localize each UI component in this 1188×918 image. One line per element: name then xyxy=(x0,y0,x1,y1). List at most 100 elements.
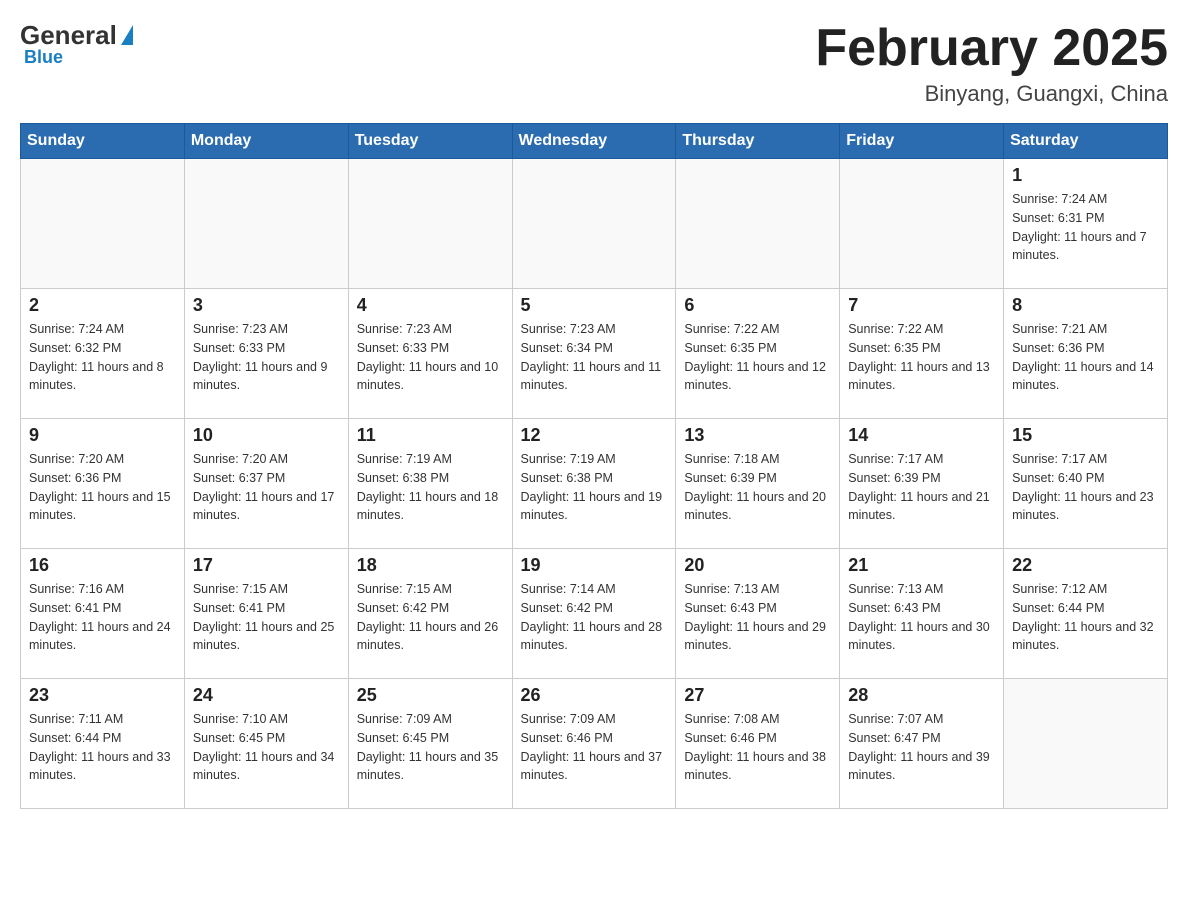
day-info: Sunrise: 7:21 AMSunset: 6:36 PMDaylight:… xyxy=(1012,320,1159,395)
day-info: Sunrise: 7:15 AMSunset: 6:42 PMDaylight:… xyxy=(357,580,504,655)
month-title: February 2025 xyxy=(815,20,1168,77)
day-number: 26 xyxy=(521,685,668,706)
day-cell xyxy=(184,159,348,289)
day-info: Sunrise: 7:14 AMSunset: 6:42 PMDaylight:… xyxy=(521,580,668,655)
day-info: Sunrise: 7:13 AMSunset: 6:43 PMDaylight:… xyxy=(848,580,995,655)
day-number: 20 xyxy=(684,555,831,576)
day-info: Sunrise: 7:11 AMSunset: 6:44 PMDaylight:… xyxy=(29,710,176,785)
day-cell: 4 Sunrise: 7:23 AMSunset: 6:33 PMDaylight… xyxy=(348,289,512,419)
day-number: 6 xyxy=(684,295,831,316)
day-number: 14 xyxy=(848,425,995,446)
day-cell: 6 Sunrise: 7:22 AMSunset: 6:35 PMDaylight… xyxy=(676,289,840,419)
day-number: 1 xyxy=(1012,165,1159,186)
day-info: Sunrise: 7:24 AMSunset: 6:31 PMDaylight:… xyxy=(1012,190,1159,265)
weekday-header-friday: Friday xyxy=(840,124,1004,159)
day-cell xyxy=(21,159,185,289)
weekday-header-sunday: Sunday xyxy=(21,124,185,159)
day-cell xyxy=(348,159,512,289)
logo-blue-text: Blue xyxy=(24,47,63,68)
day-number: 17 xyxy=(193,555,340,576)
day-info: Sunrise: 7:08 AMSunset: 6:46 PMDaylight:… xyxy=(684,710,831,785)
day-number: 3 xyxy=(193,295,340,316)
day-number: 2 xyxy=(29,295,176,316)
day-info: Sunrise: 7:23 AMSunset: 6:33 PMDaylight:… xyxy=(357,320,504,395)
day-info: Sunrise: 7:17 AMSunset: 6:39 PMDaylight:… xyxy=(848,450,995,525)
weekday-header-wednesday: Wednesday xyxy=(512,124,676,159)
day-cell: 24 Sunrise: 7:10 AMSunset: 6:45 PMDayligh… xyxy=(184,679,348,809)
day-cell xyxy=(840,159,1004,289)
day-cell xyxy=(1004,679,1168,809)
day-cell: 21 Sunrise: 7:13 AMSunset: 6:43 PMDayligh… xyxy=(840,549,1004,679)
day-cell: 19 Sunrise: 7:14 AMSunset: 6:42 PMDayligh… xyxy=(512,549,676,679)
location-title: Binyang, Guangxi, China xyxy=(815,81,1168,107)
day-cell: 20 Sunrise: 7:13 AMSunset: 6:43 PMDayligh… xyxy=(676,549,840,679)
day-cell xyxy=(512,159,676,289)
title-area: February 2025 Binyang, Guangxi, China xyxy=(815,20,1168,107)
day-number: 10 xyxy=(193,425,340,446)
day-number: 25 xyxy=(357,685,504,706)
day-number: 15 xyxy=(1012,425,1159,446)
day-info: Sunrise: 7:10 AMSunset: 6:45 PMDaylight:… xyxy=(193,710,340,785)
day-info: Sunrise: 7:19 AMSunset: 6:38 PMDaylight:… xyxy=(357,450,504,525)
day-info: Sunrise: 7:07 AMSunset: 6:47 PMDaylight:… xyxy=(848,710,995,785)
day-cell: 15 Sunrise: 7:17 AMSunset: 6:40 PMDayligh… xyxy=(1004,419,1168,549)
day-cell: 16 Sunrise: 7:16 AMSunset: 6:41 PMDayligh… xyxy=(21,549,185,679)
day-cell: 2 Sunrise: 7:24 AMSunset: 6:32 PMDaylight… xyxy=(21,289,185,419)
week-row-2: 2 Sunrise: 7:24 AMSunset: 6:32 PMDaylight… xyxy=(21,289,1168,419)
day-number: 8 xyxy=(1012,295,1159,316)
day-cell: 18 Sunrise: 7:15 AMSunset: 6:42 PMDayligh… xyxy=(348,549,512,679)
day-number: 22 xyxy=(1012,555,1159,576)
day-cell: 27 Sunrise: 7:08 AMSunset: 6:46 PMDayligh… xyxy=(676,679,840,809)
day-cell: 22Sunrise: 7:12 AMSunset: 6:44 PMDayligh… xyxy=(1004,549,1168,679)
day-info: Sunrise: 7:19 AMSunset: 6:38 PMDaylight:… xyxy=(521,450,668,525)
day-cell: 8 Sunrise: 7:21 AMSunset: 6:36 PMDaylight… xyxy=(1004,289,1168,419)
day-cell: 10 Sunrise: 7:20 AMSunset: 6:37 PMDayligh… xyxy=(184,419,348,549)
day-info: Sunrise: 7:15 AMSunset: 6:41 PMDaylight:… xyxy=(193,580,340,655)
calendar-table: SundayMondayTuesdayWednesdayThursdayFrid… xyxy=(20,123,1168,809)
day-cell: 7Sunrise: 7:22 AMSunset: 6:35 PMDaylight… xyxy=(840,289,1004,419)
week-row-5: 23 Sunrise: 7:11 AMSunset: 6:44 PMDayligh… xyxy=(21,679,1168,809)
logo-area: General Blue xyxy=(20,20,133,68)
day-cell: 12Sunrise: 7:19 AMSunset: 6:38 PMDayligh… xyxy=(512,419,676,549)
day-info: Sunrise: 7:18 AMSunset: 6:39 PMDaylight:… xyxy=(684,450,831,525)
day-cell: 1 Sunrise: 7:24 AMSunset: 6:31 PMDaylight… xyxy=(1004,159,1168,289)
day-number: 23 xyxy=(29,685,176,706)
day-number: 18 xyxy=(357,555,504,576)
day-number: 21 xyxy=(848,555,995,576)
day-cell: 14 Sunrise: 7:17 AMSunset: 6:39 PMDayligh… xyxy=(840,419,1004,549)
day-number: 16 xyxy=(29,555,176,576)
day-info: Sunrise: 7:23 AMSunset: 6:33 PMDaylight:… xyxy=(193,320,340,395)
day-number: 27 xyxy=(684,685,831,706)
day-info: Sunrise: 7:23 AMSunset: 6:34 PMDaylight:… xyxy=(521,320,668,395)
day-cell: 5Sunrise: 7:23 AMSunset: 6:34 PMDaylight… xyxy=(512,289,676,419)
day-cell xyxy=(676,159,840,289)
day-info: Sunrise: 7:13 AMSunset: 6:43 PMDaylight:… xyxy=(684,580,831,655)
day-info: Sunrise: 7:09 AMSunset: 6:45 PMDaylight:… xyxy=(357,710,504,785)
day-info: Sunrise: 7:09 AMSunset: 6:46 PMDaylight:… xyxy=(521,710,668,785)
day-info: Sunrise: 7:20 AMSunset: 6:37 PMDaylight:… xyxy=(193,450,340,525)
day-cell: 25 Sunrise: 7:09 AMSunset: 6:45 PMDayligh… xyxy=(348,679,512,809)
day-info: Sunrise: 7:16 AMSunset: 6:41 PMDaylight:… xyxy=(29,580,176,655)
day-number: 19 xyxy=(521,555,668,576)
weekday-header-thursday: Thursday xyxy=(676,124,840,159)
weekday-header-saturday: Saturday xyxy=(1004,124,1168,159)
weekday-header-tuesday: Tuesday xyxy=(348,124,512,159)
logo-triangle-icon xyxy=(121,25,133,45)
day-number: 13 xyxy=(684,425,831,446)
day-number: 7 xyxy=(848,295,995,316)
week-row-4: 16 Sunrise: 7:16 AMSunset: 6:41 PMDayligh… xyxy=(21,549,1168,679)
weekday-header-monday: Monday xyxy=(184,124,348,159)
day-number: 28 xyxy=(848,685,995,706)
header: General Blue February 2025 Binyang, Guan… xyxy=(20,20,1168,107)
day-info: Sunrise: 7:20 AMSunset: 6:36 PMDaylight:… xyxy=(29,450,176,525)
day-info: Sunrise: 7:22 AMSunset: 6:35 PMDaylight:… xyxy=(684,320,831,395)
day-info: Sunrise: 7:17 AMSunset: 6:40 PMDaylight:… xyxy=(1012,450,1159,525)
week-row-1: 1 Sunrise: 7:24 AMSunset: 6:31 PMDaylight… xyxy=(21,159,1168,289)
weekday-header-row: SundayMondayTuesdayWednesdayThursdayFrid… xyxy=(21,124,1168,159)
week-row-3: 9Sunrise: 7:20 AMSunset: 6:36 PMDaylight… xyxy=(21,419,1168,549)
day-number: 24 xyxy=(193,685,340,706)
day-number: 4 xyxy=(357,295,504,316)
day-cell: 3 Sunrise: 7:23 AMSunset: 6:33 PMDaylight… xyxy=(184,289,348,419)
day-cell: 26 Sunrise: 7:09 AMSunset: 6:46 PMDayligh… xyxy=(512,679,676,809)
day-info: Sunrise: 7:24 AMSunset: 6:32 PMDaylight:… xyxy=(29,320,176,395)
